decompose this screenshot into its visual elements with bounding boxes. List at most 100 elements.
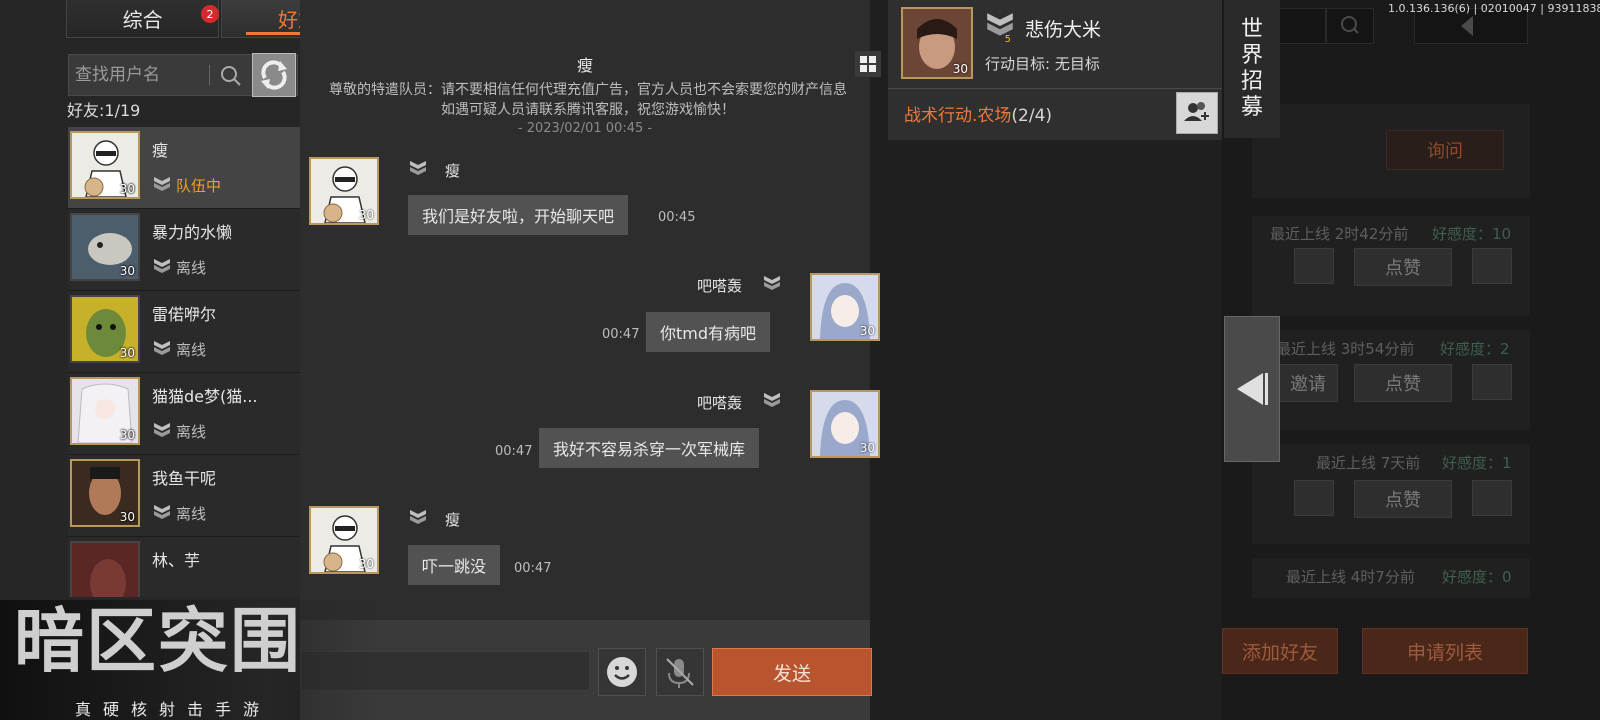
add-friend-button: 添加好友 xyxy=(1222,628,1338,674)
avatar: 30 xyxy=(70,213,140,281)
last-online-text: 最近上线 2时42分前 xyxy=(1270,225,1409,243)
friend-item[interactable]: 30 我鱼干呢 离线 xyxy=(68,455,300,537)
send-button[interactable]: 发送 xyxy=(712,648,872,696)
game-logo: 暗区突围 xyxy=(14,600,302,682)
rank-icon xyxy=(154,259,170,273)
search-input[interactable] xyxy=(69,55,209,95)
avatar xyxy=(70,541,140,597)
collapse-panel-button[interactable] xyxy=(1224,316,1280,462)
notice-line: 尊敬的特遣队员：请不要相信任何代理充值广告，官方人员也不会索要您的财产信息 xyxy=(329,82,847,98)
leader-name: 悲伤大米 xyxy=(1025,19,1102,41)
level-label: 30 xyxy=(119,182,135,196)
dim-qq-button xyxy=(1294,480,1334,516)
invite-button: 邀请 xyxy=(1278,364,1338,402)
favor-text: 好感度：10 xyxy=(1432,225,1512,243)
recruit-char: 募 xyxy=(1240,95,1263,120)
level-label: 30 xyxy=(119,346,135,360)
voice-button[interactable] xyxy=(656,648,704,696)
level-label: 30 xyxy=(859,441,875,455)
friend-item[interactable]: 30 瘦 队伍中 xyxy=(68,127,300,209)
message-time: 00:47 xyxy=(514,561,552,576)
favor-text: 好感度：2 xyxy=(1440,340,1510,358)
level-label: 30 xyxy=(952,62,968,76)
rank-icon xyxy=(410,510,426,524)
friend-name: 猫猫de梦(猫... xyxy=(152,387,258,406)
friend-name: 雷偌咿尔 xyxy=(152,305,217,324)
team-mode: 战术行动.农场 xyxy=(904,106,1012,126)
triangle-left-icon xyxy=(1237,373,1268,405)
friend-item[interactable]: 30 暴力的水懒 离线 xyxy=(68,209,300,291)
friend-item[interactable]: 林、芋 xyxy=(68,537,300,597)
game-logo-tagline: 真硬核射击手游 xyxy=(75,700,272,719)
friend-name: 我鱼干呢 xyxy=(152,469,217,488)
dim-chat-button xyxy=(1472,364,1512,400)
dim-chat-button xyxy=(1472,480,1512,516)
ask-button: 询问 xyxy=(1386,130,1504,170)
invite-to-team-button[interactable] xyxy=(1176,92,1218,134)
friend-name: 瘦 xyxy=(152,141,169,160)
last-online-text: 最近上线 4时7分前 xyxy=(1286,568,1415,586)
voice-disabled-icon xyxy=(666,658,694,688)
level-label: 30 xyxy=(358,208,374,222)
last-online-text: 最近上线 7天前 xyxy=(1316,454,1421,472)
like-button: 点赞 xyxy=(1354,364,1452,402)
message-sender: 吧嗒轰 xyxy=(697,394,743,412)
message-avatar[interactable]: 30 xyxy=(309,506,379,574)
grid-icon[interactable] xyxy=(855,51,881,77)
favor-text: 好感度：0 xyxy=(1442,568,1512,586)
rank-icon: 5 xyxy=(987,13,1013,42)
message-time: 00:47 xyxy=(602,327,640,342)
friend-status: 离线 xyxy=(176,341,207,359)
rank-icon xyxy=(764,393,780,407)
team-member-count: (2/4) xyxy=(1011,106,1053,126)
level-label: 30 xyxy=(119,264,135,278)
svg-text:5: 5 xyxy=(1005,34,1011,42)
version-text: 1.0.136.136(6) | 02010047 | 9391183831 |… xyxy=(1388,2,1600,15)
level-label: 30 xyxy=(119,510,135,524)
message-avatar[interactable]: 30 xyxy=(810,273,880,341)
friend-name: 林、芋 xyxy=(152,551,201,570)
rank-icon xyxy=(154,341,170,355)
friend-item[interactable]: 30 猫猫de梦(猫... 离线 xyxy=(68,373,300,455)
app-root: 询问 最近上线 2时42分前 好感度：10 点赞 最近上线 3时54分前 好感度… xyxy=(0,0,1600,720)
dim-qq-button xyxy=(1294,248,1334,284)
message-avatar[interactable]: 30 xyxy=(810,390,880,458)
like-button: 点赞 xyxy=(1354,480,1452,518)
emoji-button[interactable] xyxy=(598,648,646,696)
leader-avatar[interactable]: 30 xyxy=(901,7,973,79)
level-label: 30 xyxy=(358,557,374,571)
rank-icon xyxy=(154,423,170,437)
recruit-char: 世 xyxy=(1240,17,1263,42)
emoji-icon xyxy=(607,657,637,687)
friend-status: 离线 xyxy=(176,259,207,277)
message-bubble: 我好不容易杀穿一次军械库 xyxy=(539,428,760,468)
friend-item[interactable]: 30 雷偌咿尔 离线 xyxy=(68,291,300,373)
tab-label: 综合 xyxy=(122,8,163,32)
message-time: 00:47 xyxy=(495,444,533,459)
tab-general[interactable]: 综合 2 xyxy=(66,0,220,38)
message-sender: 瘦 xyxy=(445,162,461,180)
message-bubble: 我们是好友啦，开始聊天吧 xyxy=(408,195,629,235)
like-button: 点赞 xyxy=(1354,248,1452,286)
rank-icon xyxy=(154,177,170,191)
recruit-char: 招 xyxy=(1240,69,1263,94)
message-sender: 瘦 xyxy=(445,511,461,529)
recruit-char: 界 xyxy=(1240,43,1263,68)
refresh-button[interactable] xyxy=(252,53,296,97)
message-bubble: 吓一跳没 xyxy=(408,545,501,585)
refresh-icon xyxy=(261,60,287,90)
world-recruit-tab[interactable]: 世 界 招 募 xyxy=(1224,0,1280,138)
search-icon[interactable] xyxy=(219,64,243,88)
notification-badge: 2 xyxy=(201,5,219,23)
notice-line: 如遇可疑人员请联系腾讯客服，祝您游戏愉快！ xyxy=(441,102,735,118)
rank-icon xyxy=(410,161,426,175)
divider xyxy=(888,88,1222,89)
apply-list-button: 申请列表 xyxy=(1362,628,1528,674)
level-label: 30 xyxy=(119,428,135,442)
chat-title: 瘦 xyxy=(576,56,593,75)
message-time: 00:45 xyxy=(658,210,696,225)
dim-chat-button xyxy=(1472,248,1512,284)
system-notice: 尊敬的特遣队员：请不要相信任何代理充值广告，官方人员也不会索要您的财产信息 如遇… xyxy=(310,80,866,120)
message-avatar[interactable]: 30 xyxy=(309,157,379,225)
team-goal: 行动目标: 无目标 xyxy=(985,55,1100,73)
